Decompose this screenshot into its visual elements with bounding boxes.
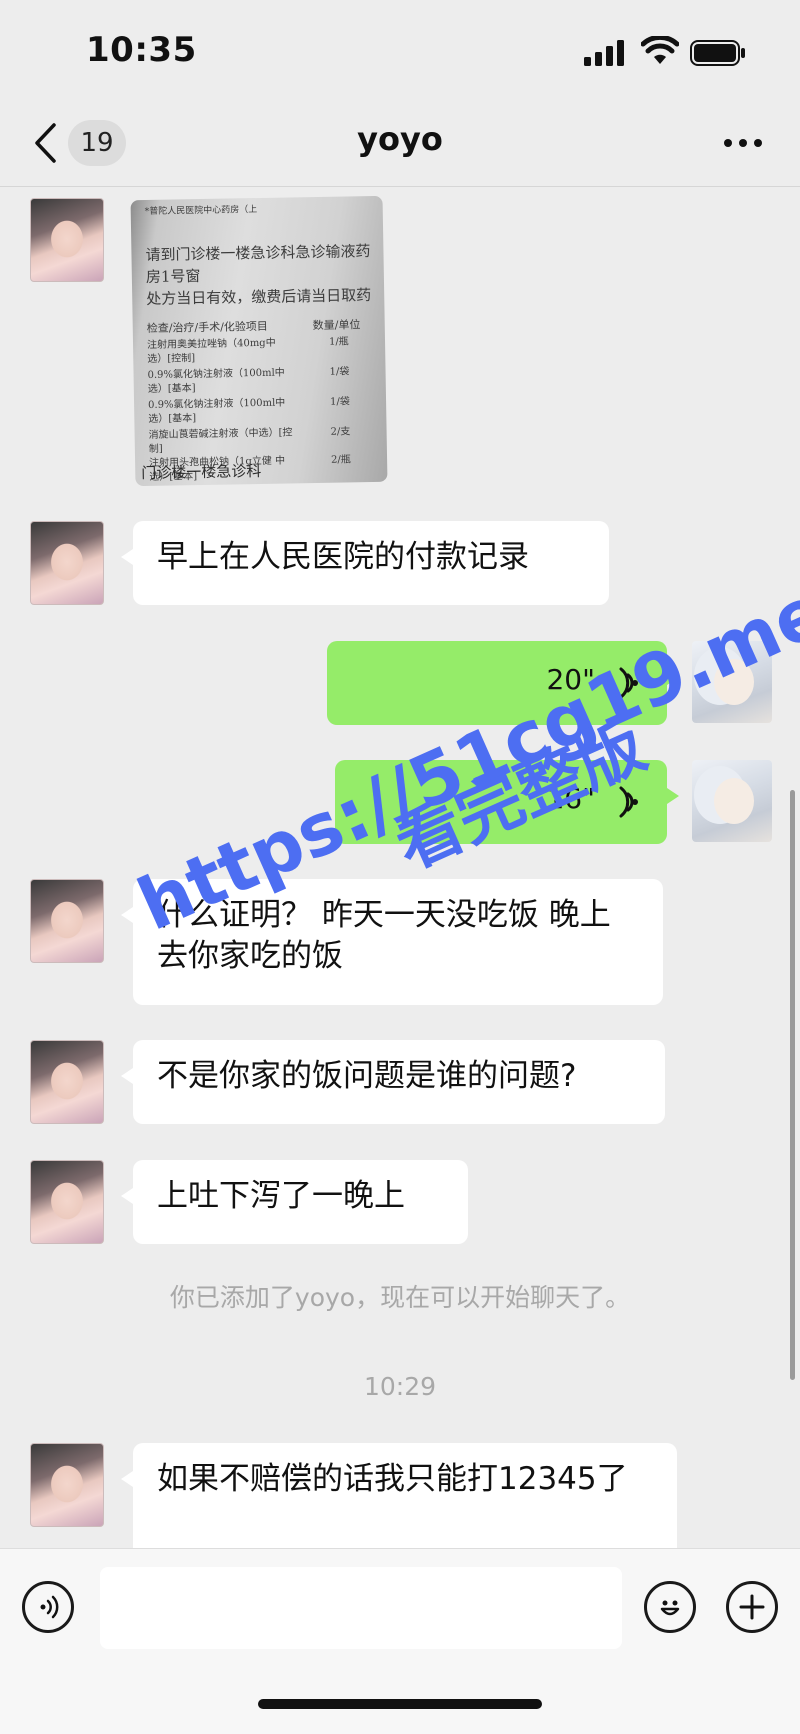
plus-icon (739, 1594, 765, 1620)
photo-text: 2/支 (330, 426, 351, 438)
emoji-button[interactable] (644, 1581, 696, 1633)
input-bar (0, 1548, 800, 1734)
contact-avatar[interactable] (30, 1160, 104, 1244)
photo-text: *普陀人民医院中心药房（上 (144, 205, 258, 217)
chat-header: 19 yoyo (0, 100, 800, 187)
incoming-message[interactable]: 不是你家的饭问题是谁的问题? (121, 1040, 665, 1124)
photo-text: 0.9%氯化钠注射液（100ml中 (147, 367, 285, 381)
my-avatar[interactable] (692, 760, 772, 842)
voice-icon (40, 1595, 59, 1619)
photo-text: 1/瓶 (328, 336, 349, 348)
prescription-photo-message[interactable]: *普陀人民医院中心药房（上 请到门诊楼一楼急诊科急诊输液药 房1号窗 处方当日有… (130, 195, 388, 487)
status-bar: 10:35 (0, 0, 800, 100)
incoming-message[interactable]: 如果不赔偿的话我只能打12345了 (121, 1443, 677, 1563)
contact-avatar[interactable] (30, 198, 104, 282)
photo-text: 0.9%氯化钠注射液（100ml中 (148, 397, 286, 411)
wifi-icon (641, 36, 679, 64)
photo-text: 1/袋 (329, 396, 350, 408)
contact-avatar[interactable] (30, 1040, 104, 1124)
photo-text: 房1号窗 (145, 267, 201, 286)
message-text: 上吐下泻了一晚上 (157, 1178, 405, 1214)
chat-title: yoyo (357, 120, 443, 158)
status-time: 10:35 (86, 30, 197, 70)
photo-text: 1/袋 (329, 366, 350, 378)
contact-avatar[interactable] (30, 879, 104, 963)
photo-text: 请到门诊楼一楼急诊科急诊输液药 (145, 242, 371, 264)
incoming-message[interactable]: 上吐下泻了一晚上 (121, 1160, 468, 1244)
cellular-signal-icon (584, 40, 624, 66)
battery-icon (690, 40, 745, 66)
photo-text: 制] (148, 443, 163, 455)
scrollbar[interactable] (790, 790, 795, 1380)
message-text: 早上在人民医院的付款记录 (157, 539, 529, 575)
contact-avatar[interactable] (30, 521, 104, 605)
photo-text: 注射用奥美拉唑钠（40mg中 (146, 337, 276, 351)
voice-input-button[interactable] (22, 1581, 74, 1633)
message-text: 不是你家的饭问题是谁的问题? (157, 1058, 577, 1094)
emoji-smile-icon (660, 1600, 680, 1616)
photo-text: 门诊楼一楼急诊科 (141, 461, 262, 483)
incoming-message[interactable]: 早上在人民医院的付款记录 (121, 521, 609, 605)
contact-avatar[interactable] (30, 1443, 104, 1527)
photo-text: 选）[基本] (147, 383, 196, 395)
home-indicator (258, 1699, 542, 1709)
message-text: 如果不赔偿的话我只能打12345了 (157, 1461, 628, 1497)
more-options-icon[interactable] (722, 128, 764, 158)
photo-text: 消旋山莨菪碱注射液（中选）[控 (148, 427, 293, 441)
message-input[interactable] (100, 1567, 622, 1649)
photo-text: 2/瓶 (330, 454, 351, 466)
photo-text: 数量/单位 (312, 318, 361, 333)
more-actions-button[interactable] (726, 1581, 778, 1633)
photo-text: 选）[基本] (148, 413, 197, 425)
system-notice: 你已添加了yoyo，现在可以开始聊天了。 (169, 1283, 631, 1312)
photo-text: 处方当日有效，缴费后请当日取药 (146, 286, 372, 308)
time-divider: 10:29 (363, 1372, 437, 1401)
photo-text: 选）[控制] (147, 353, 196, 365)
